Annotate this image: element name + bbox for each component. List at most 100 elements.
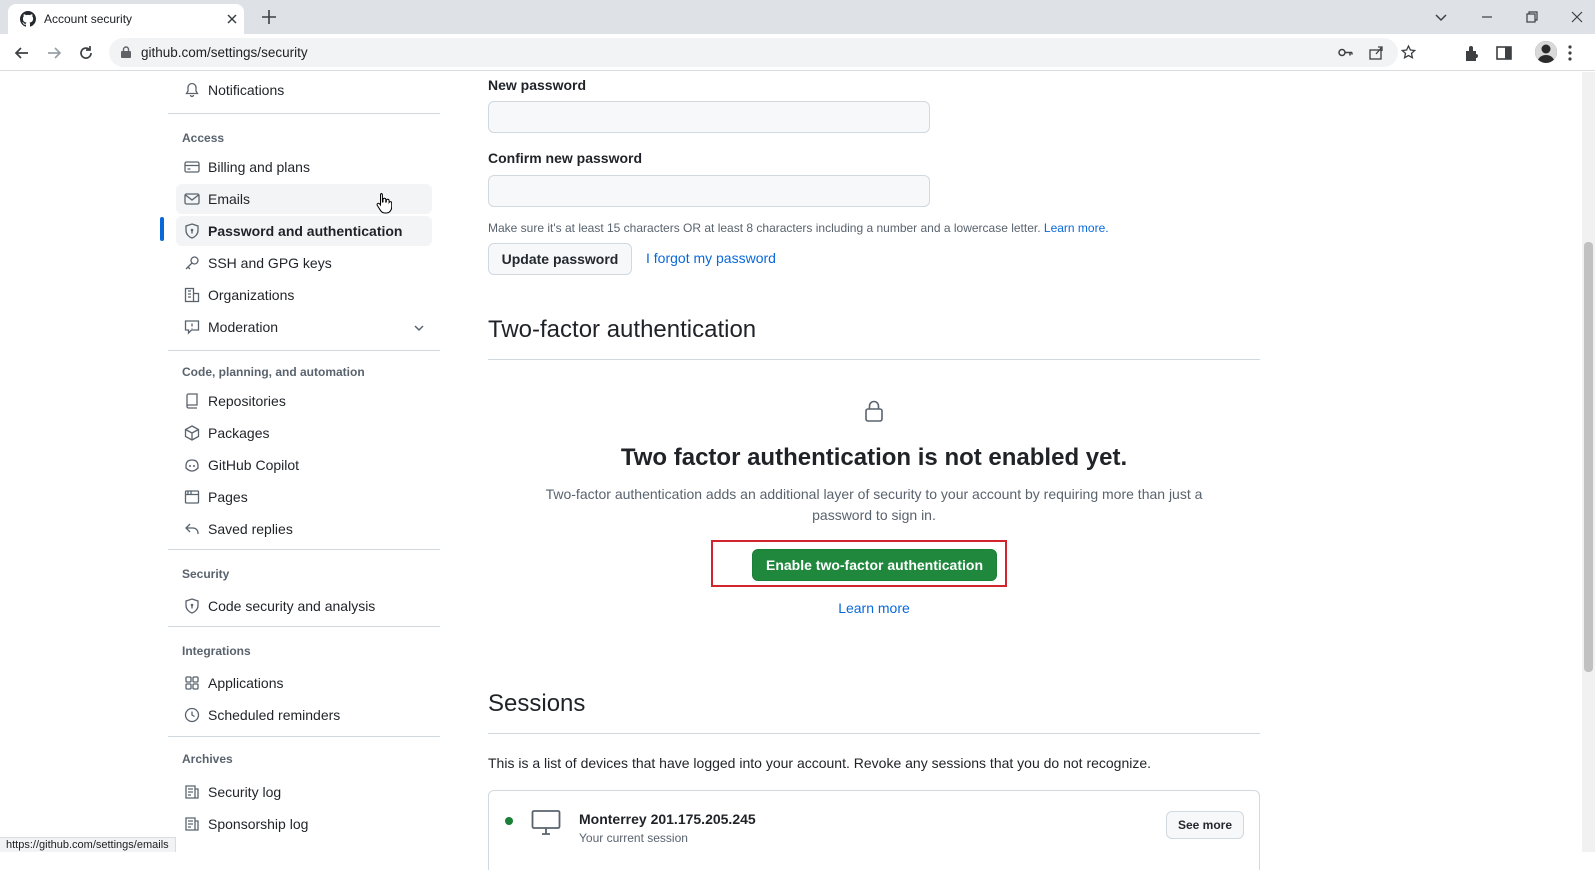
sidebar-item-label: Repositories (208, 393, 286, 409)
sidebar-item-label: Code security and analysis (208, 598, 376, 614)
confirm-password-label: Confirm new password (488, 150, 643, 166)
bell-icon (185, 82, 199, 98)
key-icon (185, 256, 199, 270)
url-text[interactable]: github.com/settings/security (141, 45, 308, 60)
enable-two-factor-button[interactable]: Enable two-factor authentication (752, 549, 997, 581)
sidebar-item-label: Emails (208, 191, 251, 207)
side-panel-icon[interactable] (1494, 43, 1514, 63)
lock-icon[interactable] (119, 45, 133, 59)
sidebar-item-label: GitHub Copilot (208, 457, 300, 473)
apps-icon (185, 676, 199, 690)
sidebar-item-billing[interactable]: Billing and plans (176, 152, 432, 182)
sidebar-item-repositories[interactable]: Repositories (176, 386, 432, 416)
sidebar-item-label: Billing and plans (208, 159, 310, 175)
extensions-icon[interactable] (1462, 43, 1482, 63)
sidebar-item-security-log[interactable]: Security log (176, 777, 432, 807)
sidebar-item-organizations[interactable]: Organizations (176, 280, 432, 310)
session-status: Your current session (579, 831, 688, 845)
sidebar-item-applications[interactable]: Applications (176, 668, 432, 698)
reload-icon[interactable] (76, 43, 96, 63)
desktop-icon (531, 810, 561, 835)
sidebar-item-label: Saved replies (208, 521, 293, 537)
sidebar-item-ssh-gpg[interactable]: SSH and GPG keys (176, 248, 432, 278)
browser-tab[interactable]: Account security (8, 4, 244, 34)
sidebar-item-code-security[interactable]: Code security and analysis (176, 591, 432, 621)
sidebar-divider (168, 626, 440, 627)
sidebar-item-pages[interactable]: Pages (176, 482, 432, 512)
two-factor-learn-more: Learn more (488, 600, 1260, 616)
two-factor-heading: Two-factor authentication (488, 316, 757, 343)
section-divider (488, 733, 1260, 734)
close-icon[interactable] (224, 11, 240, 27)
chevron-down-icon[interactable] (412, 321, 426, 335)
sidebar-item-label: Sponsorship log (208, 816, 309, 832)
back-icon[interactable] (12, 43, 32, 63)
two-factor-learn-more-link[interactable]: Learn more (838, 600, 910, 616)
forward-icon[interactable] (44, 43, 64, 63)
log-icon (185, 785, 199, 799)
browser-toolbar: github.com/settings/security (0, 34, 1595, 71)
password-hint: Make sure it's at least 15 characters OR… (488, 221, 1109, 235)
section-divider (488, 359, 1260, 360)
sidebar-divider (168, 736, 440, 737)
github-logo-icon (20, 11, 36, 27)
log-icon (185, 817, 199, 831)
sidebar-item-sponsorship-log[interactable]: Sponsorship log (176, 809, 432, 839)
report-icon (184, 320, 200, 335)
profile-avatar[interactable] (1535, 41, 1557, 63)
browser-tabstrip: Account security (0, 0, 1595, 34)
sidebar-item-scheduled-reminders[interactable]: Scheduled reminders (176, 700, 432, 730)
sidebar-divider (168, 113, 440, 114)
lock-icon (865, 400, 883, 422)
sidebar-heading-access: Access (182, 131, 225, 145)
sidebar-heading-code: Code, planning, and automation (182, 365, 365, 379)
sidebar-item-emails[interactable]: Emails (176, 184, 432, 214)
password-key-icon[interactable] (1337, 44, 1354, 61)
sidebar-item-packages[interactable]: Packages (176, 418, 432, 448)
password-hint-learn-more-link[interactable]: Learn more. (1044, 221, 1109, 235)
password-hint-text: Make sure it's at least 15 characters OR… (488, 221, 1041, 235)
new-tab-icon[interactable] (260, 8, 278, 26)
sidebar-heading-archives: Archives (182, 752, 233, 766)
sidebar-divider (168, 549, 440, 550)
new-password-label: New password (488, 77, 587, 93)
sidebar-heading-security: Security (182, 567, 230, 581)
sidebar-item-label: Scheduled reminders (208, 707, 341, 723)
shield-lock-icon (185, 598, 199, 614)
browser-icon (184, 490, 200, 504)
sidebar-item-copilot[interactable]: GitHub Copilot (176, 450, 432, 480)
share-icon[interactable] (1368, 44, 1385, 61)
address-bar[interactable]: github.com/settings/security (109, 38, 1417, 67)
organization-icon (184, 287, 200, 303)
hand-cursor-icon (376, 193, 392, 214)
page-scrollbar[interactable] (1582, 72, 1595, 852)
session-location: Monterrey 201.175.205.245 (579, 811, 756, 827)
restore-icon[interactable] (1521, 6, 1543, 28)
scrollbar-thumb[interactable] (1584, 242, 1593, 672)
see-more-button[interactable]: See more (1166, 811, 1244, 839)
mail-icon (184, 193, 200, 205)
sidebar-item-label: Password and authentication (208, 223, 403, 239)
sidebar-item-notifications[interactable]: Notifications (176, 75, 432, 105)
tab-search-icon[interactable] (1430, 6, 1452, 28)
bookmark-star-icon[interactable] (1400, 44, 1417, 61)
avatar-image (1535, 41, 1557, 63)
forgot-password-link[interactable]: I forgot my password (646, 250, 776, 266)
sidebar-item-saved-replies[interactable]: Saved replies (176, 514, 432, 544)
close-window-icon[interactable] (1566, 6, 1588, 28)
sidebar-item-label: Applications (208, 675, 284, 691)
credit-card-icon (184, 161, 200, 173)
sidebar-item-label: Notifications (208, 82, 285, 98)
minimize-icon[interactable] (1476, 6, 1498, 28)
menu-kebab-icon[interactable] (1560, 43, 1580, 63)
sidebar-item-label: Moderation (208, 319, 279, 335)
two-factor-blank-title: Two factor authentication is not enabled… (620, 444, 1128, 471)
repo-icon (186, 393, 198, 409)
sidebar-item-password-authentication[interactable]: Password and authentication (176, 216, 432, 246)
sidebar-item-moderation[interactable]: Moderation (176, 312, 432, 342)
confirm-password-field[interactable] (488, 175, 930, 207)
sidebar-item-label: Pages (208, 489, 248, 505)
sidebar-item-label: Security log (208, 784, 282, 800)
new-password-field[interactable] (488, 101, 930, 133)
update-password-button[interactable]: Update password (488, 243, 632, 275)
